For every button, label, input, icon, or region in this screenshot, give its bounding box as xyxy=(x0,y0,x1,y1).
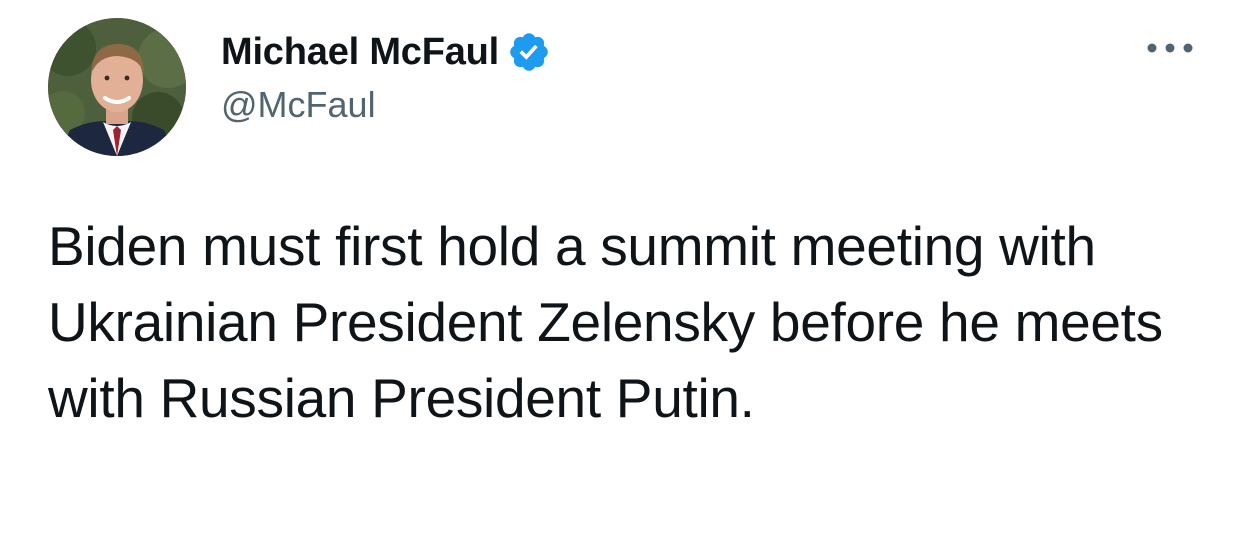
more-options-button[interactable] xyxy=(1140,30,1200,66)
verified-badge-icon xyxy=(507,30,551,74)
tweet: Michael McFaul @McFaul Biden must first … xyxy=(0,0,1242,540)
name-row: Michael McFaul xyxy=(221,28,551,76)
more-horizontal-icon xyxy=(1147,43,1193,53)
display-name[interactable]: Michael McFaul xyxy=(221,31,499,74)
tweet-text: Biden must first hold a summit meeting w… xyxy=(48,215,1163,429)
avatar-photo xyxy=(48,18,186,156)
user-handle[interactable]: @McFaul xyxy=(221,84,376,126)
avatar[interactable] xyxy=(48,18,186,156)
